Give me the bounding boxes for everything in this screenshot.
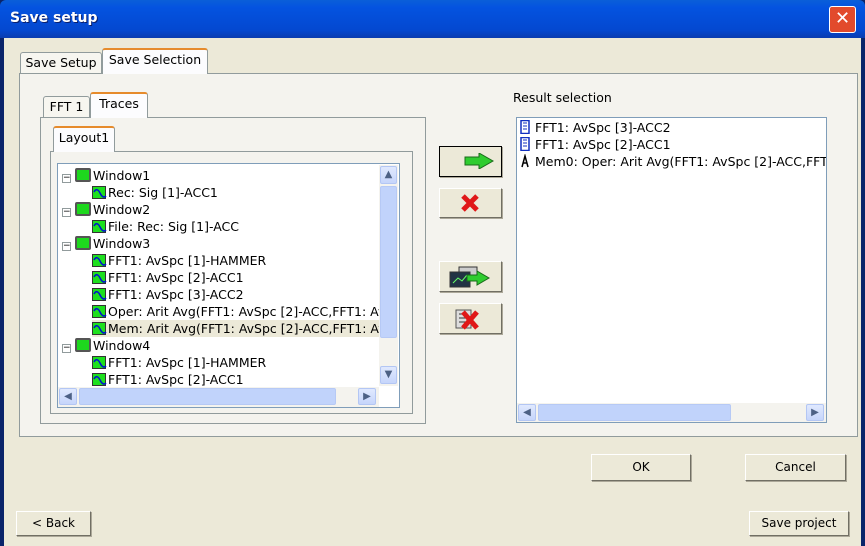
scroll-right-button[interactable]: ▶ [358, 388, 376, 405]
tab-save-setup[interactable]: Save Setup [20, 52, 102, 74]
scroll-thumb[interactable] [380, 186, 397, 338]
scroll-left-button[interactable]: ◀ [59, 388, 77, 405]
window-icon [75, 168, 91, 182]
window-icon [75, 338, 91, 352]
trace-tree[interactable]: − Window1 Rec: Sig [1]-ACC1− Window2 File: R… [57, 163, 400, 408]
window-icon [75, 236, 91, 250]
result-item[interactable]: FFT1: AvSpc [3]-ACC2 [520, 119, 671, 136]
tree-trace-node[interactable]: Rec: Sig [1]-ACC1 [92, 184, 218, 201]
remove-all-button[interactable] [439, 303, 502, 334]
arrow-right-icon [464, 153, 494, 169]
scroll-thumb[interactable] [79, 388, 336, 405]
close-button[interactable]: ✕ [829, 6, 856, 33]
trace-icon [92, 305, 107, 318]
add-selected-button[interactable] [439, 146, 502, 177]
tree-trace-node[interactable]: FFT1: AvSpc [1]-HAMMER [92, 252, 266, 269]
trace-icon [92, 356, 107, 369]
tab-traces[interactable]: Traces [90, 92, 148, 118]
result-item[interactable]: Mem0: Oper: Arit Avg(FFT1: AvSpc [2]-ACC… [520, 153, 826, 170]
spectrum-icon [520, 119, 530, 135]
tree-window-node[interactable]: − Window2 [62, 201, 150, 218]
tab-fft1[interactable]: FFT 1 [43, 96, 90, 118]
tree-vscrollbar[interactable]: ▲ ▼ [379, 165, 398, 386]
tree-trace-node[interactable]: FFT1: AvSpc [3]-ACC2 [92, 286, 244, 303]
tree-trace-node[interactable]: FFT1: AvSpc [1]-HAMMER [92, 354, 266, 371]
scroll-down-button[interactable]: ▼ [380, 366, 397, 384]
collapse-icon[interactable]: − [62, 242, 71, 251]
tree-trace-node[interactable]: Oper: Arit Avg(FFT1: AvSpc [2]-ACC,FFT1:… [92, 303, 385, 320]
trace-icon [92, 186, 107, 199]
ok-button[interactable]: OK [591, 454, 691, 481]
tree-trace-node[interactable]: Mem: Arit Avg(FFT1: AvSpc [2]-ACC,FFT1: … [92, 320, 386, 337]
result-item[interactable]: FFT1: AvSpc [2]-ACC1 [520, 136, 671, 153]
memory-icon [521, 153, 529, 168]
tree-hscrollbar[interactable]: ◀ ▶ [58, 387, 379, 407]
trace-icon [92, 254, 107, 267]
result-list[interactable]: FFT1: AvSpc [3]-ACC2 FFT1: AvSpc [2]-ACC1… [516, 117, 827, 423]
scroll-left-button[interactable]: ◀ [518, 404, 536, 421]
result-selection-label: Result selection [513, 90, 612, 105]
window-title: Save setup [10, 10, 98, 26]
add-all-windows-icon [449, 266, 490, 288]
add-all-button[interactable] [439, 261, 502, 292]
tree-trace-node[interactable]: File: Rec: Sig [1]-ACC [92, 218, 239, 235]
remove-selected-button[interactable] [439, 188, 502, 218]
scroll-thumb[interactable] [538, 404, 731, 421]
back-button[interactable]: < Back [16, 511, 91, 536]
tree-window-node[interactable]: − Window1 [62, 167, 150, 184]
collapse-icon[interactable]: − [62, 174, 71, 183]
spectrum-icon [520, 136, 530, 152]
trace-icon [92, 373, 107, 386]
cancel-button[interactable]: Cancel [745, 454, 846, 481]
collapse-icon[interactable]: − [62, 344, 71, 353]
result-hscrollbar[interactable]: ◀ ▶ [517, 403, 826, 422]
tree-window-node[interactable]: − Window4 [62, 337, 150, 354]
window-icon [75, 202, 91, 216]
save-project-button[interactable]: Save project [749, 511, 849, 536]
scroll-right-button[interactable]: ▶ [806, 404, 824, 421]
collapse-icon[interactable]: − [62, 208, 71, 217]
tab-layout1[interactable]: Layout1 [53, 126, 115, 152]
scroll-up-button[interactable]: ▲ [380, 166, 397, 184]
delete-all-icon [455, 309, 479, 330]
trace-icon [92, 271, 107, 284]
delete-x-icon [461, 194, 479, 212]
title-bar: Save setup ✕ [0, 0, 865, 38]
tab-save-selection[interactable]: Save Selection [102, 48, 208, 74]
trace-icon [92, 322, 107, 335]
tree-trace-node[interactable]: FFT1: AvSpc [2]-ACC1 [92, 269, 244, 286]
tree-trace-node[interactable]: FFT1: AvSpc [2]-ACC1 [92, 371, 244, 388]
tree-window-node[interactable]: − Window3 [62, 235, 150, 252]
trace-icon [92, 288, 107, 301]
trace-icon [92, 220, 107, 233]
